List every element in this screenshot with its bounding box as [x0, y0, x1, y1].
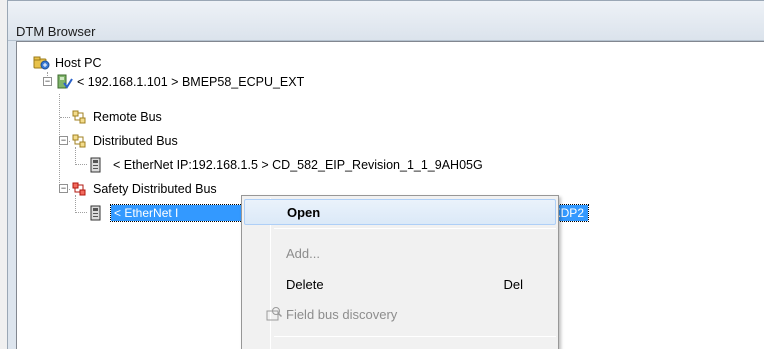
safety-bus-label: Safety Distributed Bus	[93, 182, 217, 196]
title-bar: DTM Browser	[8, 1, 764, 41]
safety-device-label-left: < EtherNet I	[114, 206, 179, 220]
eip-device-label: < EtherNet IP:192.168.1.5 > CD_582_EIP_R…	[113, 158, 483, 172]
tree-node-host-pc[interactable]: Host PC	[33, 54, 102, 72]
cpu-module-icon	[55, 74, 73, 90]
menu-item-field-bus-discovery[interactable]: Field bus discovery	[244, 301, 556, 327]
tree-node-cpu[interactable]: < 192.168.1.101 > BMEP58_ECPU_EXT	[55, 73, 304, 91]
host-pc-icon	[33, 55, 51, 71]
cpu-label: < 192.168.1.101 > BMEP58_ECPU_EXT	[77, 75, 305, 89]
dtm-browser-window: DTM Browser Host PC − < 192.168.1.101 > …	[7, 0, 764, 349]
delete-shortcut: Del	[503, 276, 523, 292]
context-menu: Open Add... Delete Del Field bus discove…	[241, 195, 559, 349]
tree-node-safety-bus[interactable]: Safety Distributed Bus	[71, 180, 217, 198]
collapse-safety-bus-button[interactable]: −	[59, 184, 68, 193]
distributed-bus-label: Distributed Bus	[93, 134, 178, 148]
remote-bus-icon	[71, 109, 89, 125]
field-bus-discovery-icon	[266, 306, 283, 325]
tree-node-eip-device[interactable]: < EtherNet IP:192.168.1.5 > CD_582_EIP_R…	[87, 156, 483, 174]
host-pc-label: Host PC	[55, 56, 102, 70]
collapse-cpu-button[interactable]: −	[43, 77, 52, 86]
distributed-bus-icon	[71, 133, 89, 149]
collapse-distributed-bus-button[interactable]: −	[59, 136, 68, 145]
menu-item-add[interactable]: Add...	[244, 240, 556, 266]
menu-item-delete[interactable]: Delete Del	[244, 271, 556, 297]
safety-bus-icon	[71, 181, 89, 197]
tree-node-distributed-bus[interactable]: Distributed Bus	[71, 132, 178, 150]
device-module-icon	[87, 157, 105, 173]
remote-bus-label: Remote Bus	[93, 110, 162, 124]
device-module-icon	[87, 205, 105, 221]
window-title: DTM Browser	[16, 24, 96, 39]
tree-node-remote-bus[interactable]: Remote Bus	[71, 108, 162, 126]
menu-item-open[interactable]: Open	[244, 199, 556, 225]
